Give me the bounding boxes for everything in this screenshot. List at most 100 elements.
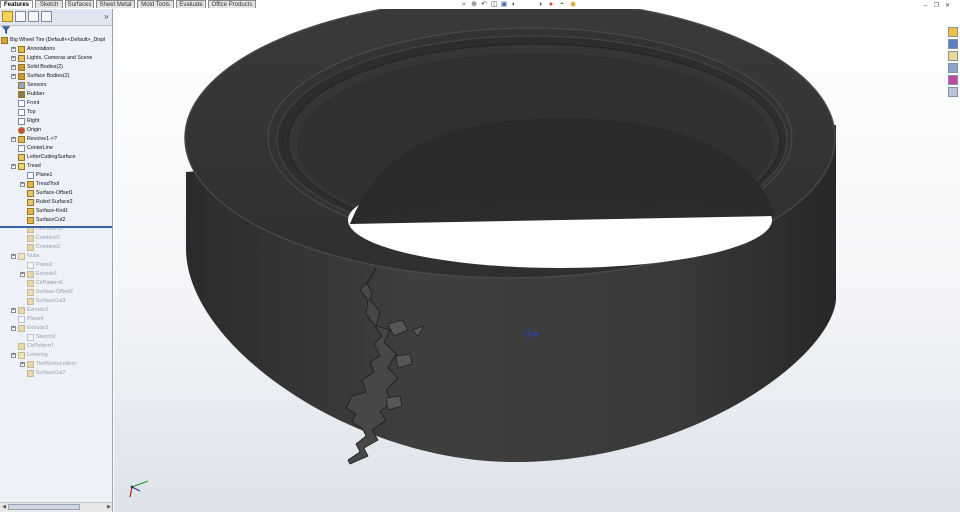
tree-item[interactable]: + Nubs xyxy=(0,252,112,261)
tree-item[interactable]: Top xyxy=(0,108,112,117)
appearances-icon[interactable] xyxy=(948,75,958,85)
hide-show-icon[interactable]: ◑ xyxy=(536,1,544,9)
resources-icon[interactable] xyxy=(948,27,958,37)
rollback-bar[interactable] xyxy=(0,226,112,228)
tree-item[interactable]: + Annotations xyxy=(0,45,112,54)
view-orientation-icon[interactable]: ▣ xyxy=(500,1,508,9)
section-view-icon[interactable]: ◫ xyxy=(490,1,498,9)
dimxpert-manager-tab-icon[interactable] xyxy=(41,11,52,22)
tree-item[interactable]: Surface-Offset1 xyxy=(0,189,112,198)
restore-icon[interactable]: ❐ xyxy=(933,3,940,10)
surface-icon xyxy=(27,289,34,296)
edit-appearance-icon[interactable]: ● xyxy=(547,1,555,9)
tree-item[interactable]: CirPattern7 xyxy=(0,342,112,351)
tree-item-label: Origin xyxy=(27,127,42,133)
tree-item[interactable]: Surface-Offset2 xyxy=(0,288,112,297)
previous-view-icon[interactable]: ↶ xyxy=(480,1,488,9)
tab-mold-tools[interactable]: Mold Tools xyxy=(137,0,174,8)
expand-node-icon[interactable]: + xyxy=(20,272,25,277)
tree-item[interactable]: + Extrude1 xyxy=(0,270,112,279)
tree-item[interactable]: Front xyxy=(0,99,112,108)
tree-item[interactable]: + Tread xyxy=(0,162,112,171)
display-style-icon[interactable]: ◐ xyxy=(510,1,518,9)
tree-item[interactable]: + Lights, Cameras and Scene xyxy=(0,54,112,63)
configuration-manager-tab-icon[interactable] xyxy=(28,11,39,22)
expand-node-icon[interactable]: + xyxy=(11,254,16,259)
tab-features[interactable]: Features xyxy=(0,0,33,8)
tree-item[interactable]: LetterCuttingSurface xyxy=(0,153,112,162)
tree-item[interactable]: + Solid Bodies(2) xyxy=(0,63,112,72)
tree-item[interactable]: + Revolve1->? xyxy=(0,135,112,144)
sketch-icon xyxy=(27,334,34,341)
expand-node-icon[interactable]: + xyxy=(11,56,16,61)
tree-item[interactable]: Surface-Knit1 xyxy=(0,207,112,216)
expand-node-icon[interactable]: + xyxy=(11,47,16,52)
expand-node-icon[interactable]: + xyxy=(11,74,16,79)
tree-item-label: Rubber xyxy=(27,91,45,97)
panel-horizontal-scrollbar[interactable]: ◀ ▶ xyxy=(0,502,112,512)
tree-item[interactable]: Plane2 xyxy=(0,261,112,270)
tire-model[interactable] xyxy=(114,9,960,512)
tree-item-label: Annotations xyxy=(27,46,55,52)
tab-surfaces[interactable]: Surfaces xyxy=(65,0,94,8)
filter-icon[interactable] xyxy=(2,26,10,34)
expand-node-icon[interactable]: + xyxy=(11,308,16,313)
property-manager-tab-icon[interactable] xyxy=(15,11,26,22)
tree-item[interactable]: + Extrude2 xyxy=(0,306,112,315)
tree-item[interactable]: CirPattern6 xyxy=(0,279,112,288)
plane-icon xyxy=(18,316,25,323)
custom-properties-icon[interactable] xyxy=(948,87,958,97)
graphics-area[interactable] xyxy=(114,9,960,512)
tree-item[interactable]: Sensors xyxy=(0,81,112,90)
sensors-icon xyxy=(18,82,25,89)
expand-node-icon[interactable]: + xyxy=(20,362,25,367)
tree-item[interactable]: Plane4 xyxy=(0,315,112,324)
tab-sheet-metal[interactable]: Sheet Metal xyxy=(96,0,135,8)
tree-item[interactable]: + TireWorksLetters xyxy=(0,360,112,369)
expand-panel-icon[interactable]: » xyxy=(104,12,108,21)
tree-item[interactable]: + Extrude3 xyxy=(0,324,112,333)
expand-node-icon[interactable]: + xyxy=(11,326,16,331)
close-icon[interactable]: ✕ xyxy=(944,3,951,10)
tree-item-label: Top xyxy=(27,109,36,115)
surface-cut-icon xyxy=(27,217,34,224)
tab-evaluate[interactable]: Evaluate xyxy=(176,0,206,8)
tree-item[interactable]: + Surface Bodies(2) xyxy=(0,72,112,81)
tab-office-products[interactable]: Office Products xyxy=(208,0,256,8)
apply-scene-icon[interactable]: ◓ xyxy=(558,1,566,9)
expand-node-icon[interactable]: + xyxy=(11,353,16,358)
tree-item[interactable]: Combine2 xyxy=(0,243,112,252)
realview-icon[interactable]: ◉ xyxy=(569,1,577,9)
expand-node-icon[interactable]: + xyxy=(11,137,16,142)
tree-item[interactable]: Sketch9 xyxy=(0,333,112,342)
tree-item[interactable]: Ruled Surface2 xyxy=(0,198,112,207)
feature-manager-tab-icon[interactable] xyxy=(2,11,13,22)
scrollbar-thumb[interactable] xyxy=(8,504,80,510)
expand-node-icon[interactable]: + xyxy=(11,164,16,169)
tree-item[interactable]: Origin xyxy=(0,126,112,135)
tree-item[interactable]: CenterLine xyxy=(0,144,112,153)
tree-item[interactable]: Combine1 xyxy=(0,234,112,243)
tree-item-label: SurfaceCut7 xyxy=(36,370,66,376)
minimize-icon[interactable]: ‒ xyxy=(922,3,929,10)
zoom-to-area-icon[interactable]: ⊕ xyxy=(470,1,478,9)
tree-item[interactable]: + TreadTool xyxy=(0,180,112,189)
tab-sketch[interactable]: Sketch xyxy=(35,0,63,8)
zoom-to-fit-icon[interactable]: ⌕ xyxy=(460,1,468,9)
tree-item[interactable]: Right xyxy=(0,117,112,126)
expand-node-icon[interactable]: + xyxy=(11,65,16,70)
tree-item-label: Surface Bodies(2) xyxy=(27,73,70,79)
tree-item[interactable]: Plane1 xyxy=(0,171,112,180)
tree-item[interactable]: SurfaceCut2 xyxy=(0,216,112,225)
tree-item[interactable]: Big Wheel Tire (Default<<Default>_Displ xyxy=(0,36,112,45)
scroll-right-icon[interactable]: ▶ xyxy=(106,504,112,510)
tree-item[interactable]: Rubber xyxy=(0,90,112,99)
view-palette-icon[interactable] xyxy=(948,63,958,73)
tree-item[interactable]: SurfaceCut3 xyxy=(0,297,112,306)
tree-item[interactable]: SurfaceCut7 xyxy=(0,369,112,378)
file-explorer-icon[interactable] xyxy=(948,51,958,61)
tree-item[interactable]: + Lettering xyxy=(0,351,112,360)
scroll-left-icon[interactable]: ◀ xyxy=(1,504,7,510)
expand-node-icon[interactable]: + xyxy=(20,182,25,187)
design-library-icon[interactable] xyxy=(948,39,958,49)
